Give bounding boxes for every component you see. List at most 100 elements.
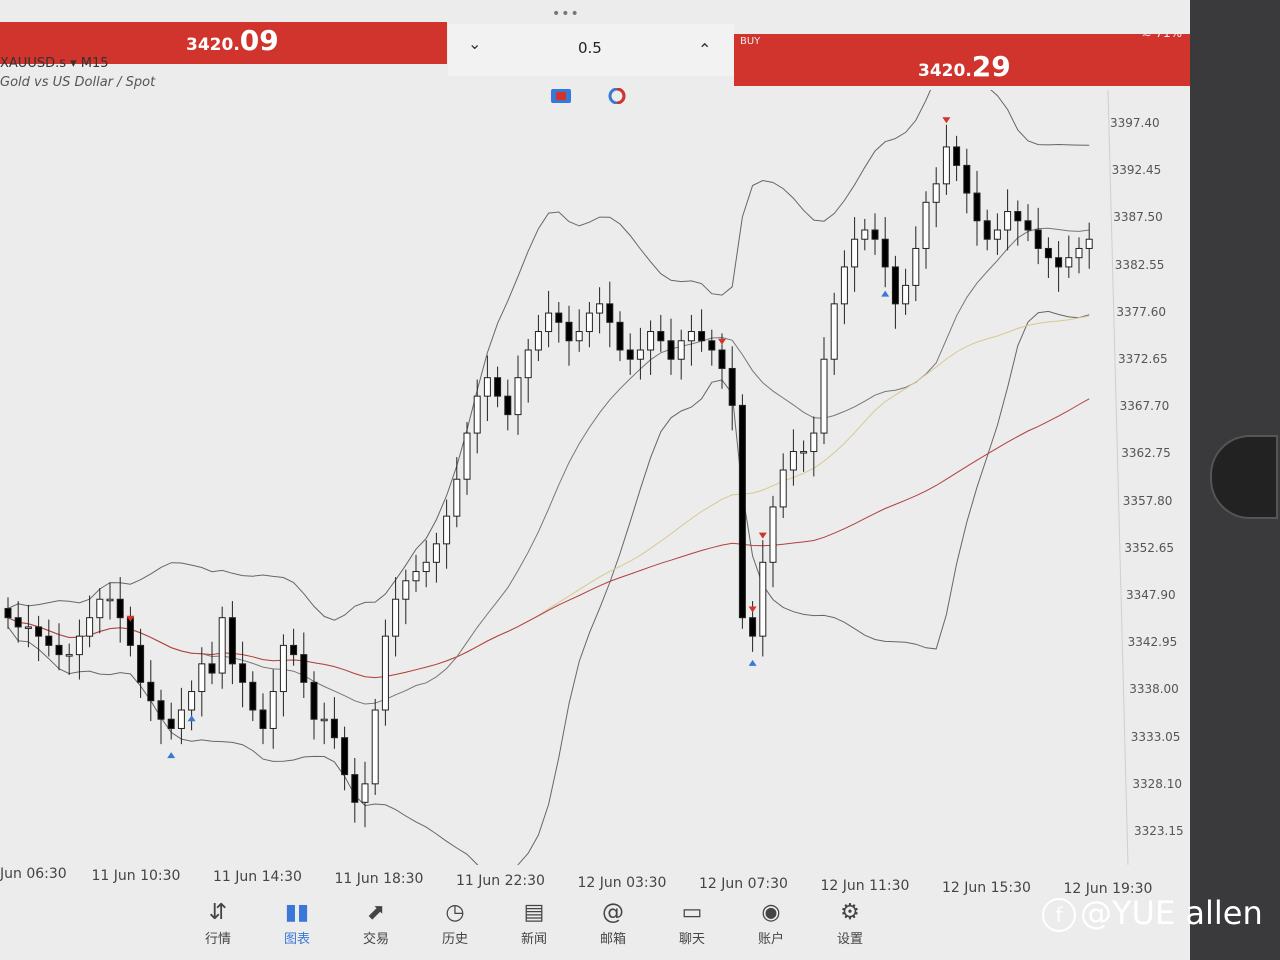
bearish-candle — [167, 718, 175, 729]
bullish-candle — [840, 266, 848, 305]
bearish-candle — [35, 626, 43, 637]
time-axis-label: Jun 06:30 — [0, 866, 67, 882]
battery-level: 71% — [1155, 26, 1182, 40]
bearish-candle — [290, 644, 298, 656]
nav-settings[interactable]: ⚙ 设置 — [818, 898, 882, 947]
bullish-candle — [473, 395, 481, 434]
price-axis-label: 3377.60 — [1116, 304, 1167, 319]
bearish-candle — [116, 598, 124, 619]
bearish-candle — [239, 663, 247, 683]
nav-quotes[interactable]: ⇵ 行情 — [186, 898, 250, 947]
bearish-candle — [963, 164, 971, 194]
bullish-candle — [392, 598, 400, 637]
price-axis-label: 3338.00 — [1129, 682, 1179, 697]
nav-label: 行情 — [204, 932, 231, 947]
bearish-candle — [1055, 257, 1063, 268]
price-axis-label: 3382.55 — [1114, 257, 1165, 272]
nav-chart[interactable]: ▮▮ 图表 — [265, 898, 329, 947]
price-chart[interactable] — [0, 90, 1190, 865]
bullish-candle — [810, 432, 818, 453]
time-axis-label: 12 Jun 11:30 — [820, 877, 910, 894]
buy-button[interactable]: BUY ≋ 71% 3420.29 — [734, 26, 1190, 86]
bearish-candle — [953, 146, 961, 166]
nav-mail[interactable]: @ 邮箱 — [581, 898, 645, 947]
bullish-candle — [65, 654, 73, 657]
price-axis-label: 3347.90 — [1126, 588, 1176, 602]
bearish-candle — [891, 266, 899, 305]
bearish-candle — [494, 377, 502, 397]
chevron-down-icon[interactable]: ⌄ — [468, 34, 481, 53]
bullish-candle — [647, 331, 655, 351]
symbol-name[interactable]: XAUUSD.s ▾ M15 — [0, 56, 109, 71]
mail-icon: @ — [602, 900, 624, 925]
bullish-candle — [687, 331, 695, 342]
nav-account[interactable]: ◉ 账户 — [739, 898, 803, 947]
chat-icon: ▭ — [681, 900, 703, 925]
nav-history[interactable]: ◷ 历史 — [423, 898, 487, 947]
quotes-icon: ⇵ — [208, 900, 228, 925]
bearish-candle — [341, 737, 349, 776]
bearish-candle — [228, 617, 236, 665]
bullish-candle — [177, 709, 185, 729]
nav-chat[interactable]: ▭ 聊天 — [660, 898, 724, 947]
bullish-candle — [912, 247, 920, 286]
bullish-candle — [585, 312, 593, 333]
nav-label: 邮箱 — [599, 932, 626, 947]
sell-signal-arrow-icon — [718, 338, 726, 345]
bullish-candle — [1085, 238, 1093, 249]
time-axis-label: 12 Jun 15:30 — [942, 879, 1031, 896]
bullish-candle — [443, 515, 451, 545]
bullish-candle — [596, 303, 604, 314]
bullish-candle — [524, 349, 532, 379]
nav-news[interactable]: ▤ 新闻 — [502, 898, 566, 947]
sell-signal-arrow-icon — [748, 606, 757, 613]
bearish-candle — [147, 681, 155, 702]
time-axis-label: 11 Jun 10:30 — [91, 867, 181, 884]
bearish-candle — [718, 349, 726, 369]
drag-handle[interactable]: ••• — [552, 6, 580, 22]
bearish-candle — [606, 303, 614, 323]
history-icon: ◷ — [445, 900, 465, 925]
bullish-candle — [993, 229, 1001, 240]
nav-label: 设置 — [836, 932, 863, 947]
bearish-candle — [881, 238, 889, 268]
bullish-candle — [820, 358, 828, 434]
bullish-candle — [402, 580, 410, 600]
facebook-icon: f — [1042, 898, 1076, 932]
buy-signal-arrow-icon — [748, 659, 757, 666]
price-axis-label: 3367.70 — [1119, 399, 1170, 414]
settings-icon: ⚙ — [840, 900, 860, 925]
bullish-candle — [636, 349, 644, 360]
bullish-candle — [545, 312, 553, 333]
bullish-candle — [902, 284, 910, 305]
bearish-candle — [259, 709, 267, 729]
bullish-candle — [198, 663, 206, 693]
bearish-candle — [749, 617, 757, 637]
bearish-candle — [973, 192, 981, 222]
time-axis-label: 12 Jun 03:30 — [577, 874, 667, 891]
nav-label: 聊天 — [678, 932, 705, 947]
bearish-candle — [330, 718, 338, 739]
chevron-up-icon[interactable]: ⌃ — [698, 40, 711, 59]
price-axis-label: 3397.40 — [1110, 116, 1160, 130]
bearish-candle — [126, 617, 134, 646]
bullish-candle — [514, 377, 522, 416]
bearish-candle — [1034, 229, 1042, 249]
time-axis-label: 11 Jun 18:30 — [334, 871, 424, 888]
bearish-candle — [555, 312, 563, 323]
bullish-candle — [830, 303, 838, 360]
bullish-candle — [534, 331, 542, 351]
nav-label: 新闻 — [520, 932, 547, 947]
price-axis-label: 3328.10 — [1132, 776, 1183, 791]
bullish-candle — [96, 598, 104, 619]
bearish-candle — [310, 681, 318, 720]
bullish-candle — [677, 340, 685, 360]
volume-value[interactable]: 0.5 — [578, 39, 602, 57]
bearish-candle — [300, 654, 308, 683]
buy-signal-arrow-icon — [167, 752, 176, 759]
nav-trade[interactable]: ⬈ 交易 — [344, 898, 408, 947]
bullish-candle — [779, 469, 787, 508]
bearish-candle — [55, 644, 63, 656]
bullish-candle — [432, 543, 440, 563]
price-axis-label: 3387.50 — [1113, 210, 1163, 225]
